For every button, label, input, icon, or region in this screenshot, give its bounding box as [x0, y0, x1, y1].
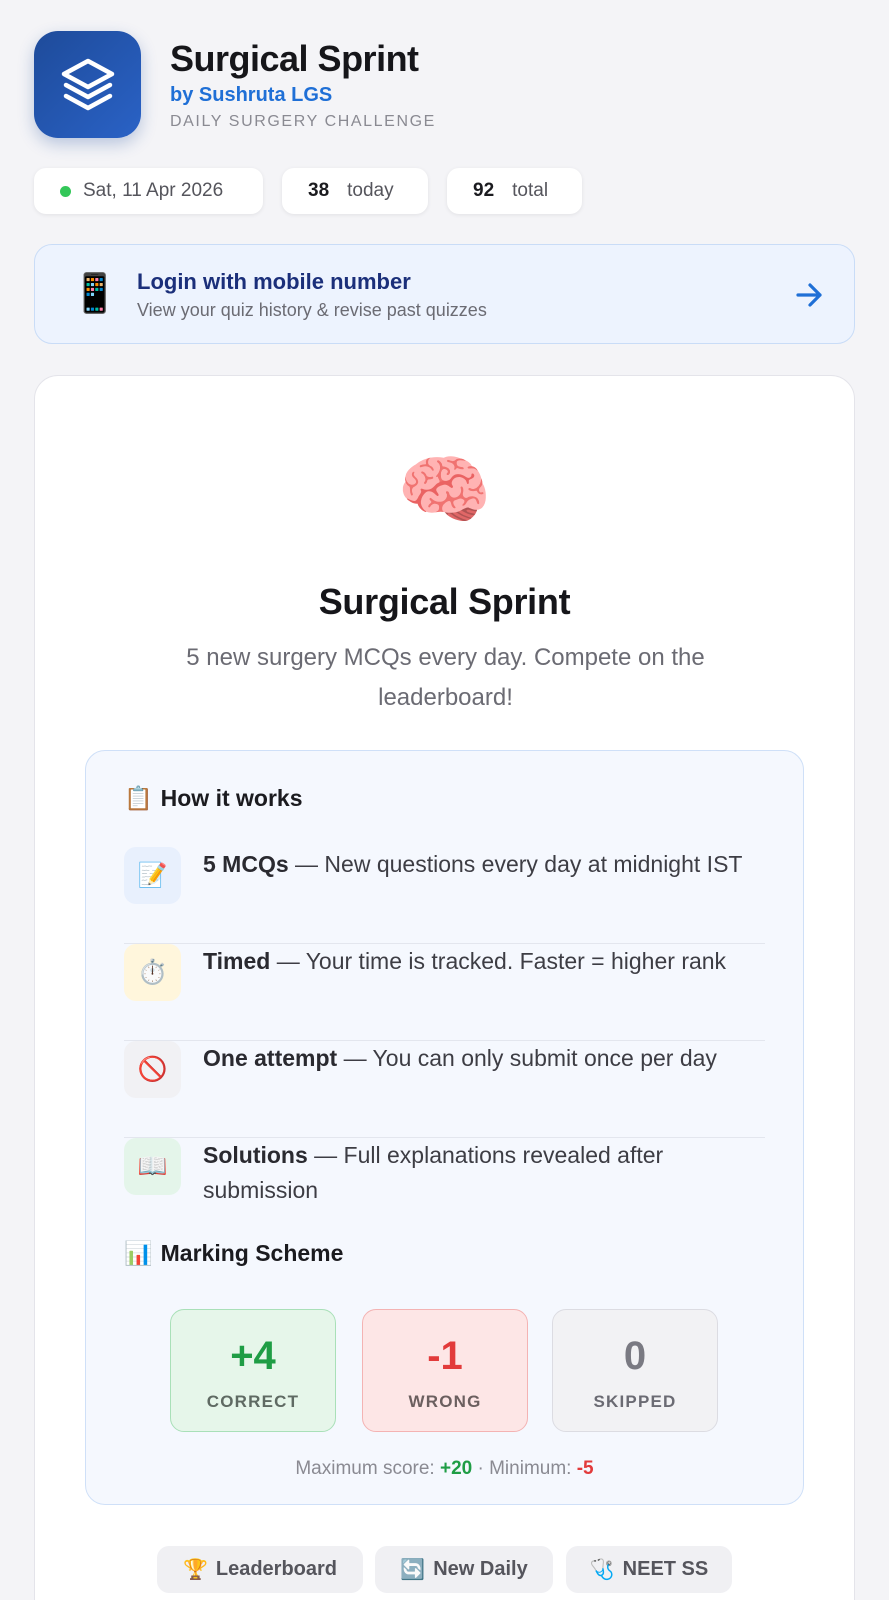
skipped-value: 0 [623, 1334, 647, 1378]
rule-title: Timed [203, 948, 271, 974]
mobile-phone-icon: 📱 [71, 273, 119, 315]
date-text: Sat, 11 Apr 2026 [83, 180, 224, 201]
rule-item-solutions: 📖 Solutions — Full explanations revealed… [124, 1138, 765, 1235]
app-tagline: DAILY SURGERY CHALLENGE [170, 113, 436, 130]
wrong-value: -1 [427, 1334, 463, 1378]
intro-title: Surgical Sprint [318, 581, 571, 622]
rule-text: One attempt — You can only submit once p… [203, 1041, 763, 1076]
layers-icon [61, 58, 114, 110]
rule-title: Solutions [203, 1142, 308, 1168]
rule-title: One attempt [203, 1045, 338, 1071]
min-score-value: -5 [576, 1458, 594, 1479]
new-daily-label: New Daily [433, 1558, 528, 1580]
today-count: 38 [308, 180, 330, 201]
app-logo [34, 31, 141, 138]
rule-text: Solutions — Full explanations revealed a… [203, 1138, 763, 1208]
today-label: today [347, 180, 394, 201]
how-it-works-heading: 📋 How it works [124, 785, 303, 812]
max-score-value: +20 [439, 1458, 473, 1479]
bar-chart-icon: 📊 [124, 1240, 153, 1266]
total-count: 92 [473, 180, 495, 201]
marking-scheme-title: Marking Scheme [160, 1240, 344, 1266]
stopwatch-icon: ⏱️ [124, 944, 181, 1001]
clipboard-icon: 📋 [124, 785, 153, 811]
no-entry-icon: 🚫 [124, 1041, 181, 1098]
login-with-mobile-card[interactable]: 📱 Login with mobile number View your qui… [34, 244, 855, 344]
intro-description: 5 new surgery MCQs every day. Compete on… [186, 644, 705, 711]
leaderboard-label: Leaderboard [215, 1558, 338, 1580]
correct-label: CORRECT [206, 1392, 300, 1411]
marking-scheme-heading: 📊 Marking Scheme [124, 1240, 343, 1267]
stethoscope-icon: 🩺 [589, 1559, 615, 1581]
rule-item-one-attempt: 🚫 One attempt — You can only submit once… [124, 1041, 765, 1138]
login-title: Login with mobile number [137, 269, 411, 294]
today-count-pill: 38 today [282, 168, 428, 214]
arrow-right-icon [795, 281, 825, 314]
range-separator: · [477, 1458, 484, 1479]
app-byline: by Sushruta LGS [170, 84, 333, 106]
total-count-pill: 92 total [447, 168, 582, 214]
rule-description: — Your time is tracked. Faster = higher … [270, 948, 727, 974]
memo-icon: 📝 [124, 847, 181, 904]
status-dot [60, 185, 71, 197]
how-it-works-title: How it works [160, 785, 303, 811]
app-title: Surgical Sprint [170, 38, 419, 79]
rule-item-timed: ⏱️ Timed — Your time is tracked. Faster … [124, 944, 765, 1041]
quiz-intro-card: 🧠 Surgical Sprint 5 new surgery MCQs eve… [34, 375, 855, 1600]
rule-text: 5 MCQs — New questions every day at midn… [203, 847, 763, 882]
score-range: Maximum score: +20 · Minimum: -5 [35, 1458, 854, 1480]
rule-description: — New questions every day at midnight IS… [288, 851, 743, 877]
login-subtitle: View your quiz history & revise past qui… [137, 300, 487, 320]
trophy-icon: 🏆 [182, 1559, 208, 1581]
wrong-score-box: -1 WRONG [362, 1309, 528, 1432]
wrong-label: WRONG [408, 1392, 482, 1411]
correct-score-box: +4 CORRECT [170, 1309, 336, 1432]
skipped-score-box: 0 SKIPPED [552, 1309, 718, 1432]
skipped-label: SKIPPED [593, 1392, 677, 1411]
date-pill: Sat, 11 Apr 2026 [34, 168, 263, 214]
total-label: total [512, 180, 549, 201]
neet-ss-label: NEET SS [622, 1558, 709, 1580]
rule-title: 5 MCQs [203, 851, 289, 877]
min-score-label: Minimum: [489, 1458, 572, 1479]
max-score-label: Maximum score: [295, 1458, 435, 1479]
leaderboard-button[interactable]: 🏆 Leaderboard [157, 1546, 363, 1593]
rule-description: — You can only submit once per day [337, 1045, 717, 1071]
neet-ss-button[interactable]: 🩺 NEET SS [566, 1546, 732, 1593]
rule-item-mcqs: 📝 5 MCQs — New questions every day at mi… [124, 847, 765, 944]
rule-text: Timed — Your time is tracked. Faster = h… [203, 944, 763, 979]
refresh-icon: 🔄 [400, 1559, 426, 1581]
correct-value: +4 [230, 1334, 276, 1378]
open-book-icon: 📖 [124, 1138, 181, 1195]
brain-icon: 🧠 [397, 448, 492, 533]
new-daily-button[interactable]: 🔄 New Daily [375, 1546, 553, 1593]
